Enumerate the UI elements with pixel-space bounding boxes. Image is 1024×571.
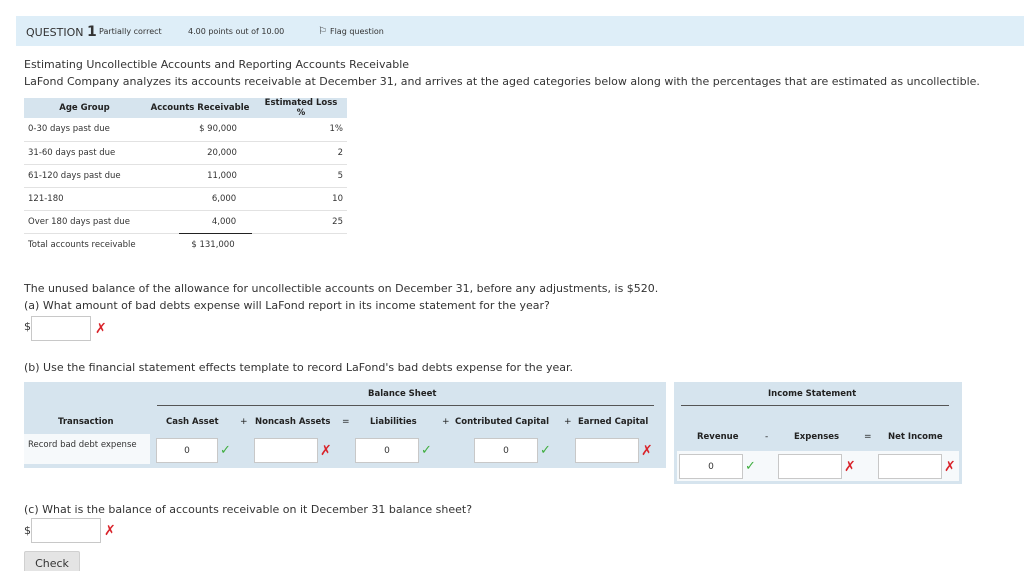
col-liabilities: Liabilities — [370, 417, 417, 427]
equals-operator: = — [864, 432, 872, 442]
table-row: 0-30 days past due $ 90,000 1% — [24, 118, 347, 142]
age-group-cell: 121-180 — [24, 187, 145, 211]
transaction-row-label: Record bad debt expense — [28, 440, 137, 450]
earned-capital-incorrect-icon: ✗ — [641, 443, 653, 459]
part-a-incorrect-icon: ✗ — [95, 321, 107, 337]
col-transaction: Transaction — [58, 417, 114, 427]
age-group-cell: 0-30 days past due — [24, 118, 145, 142]
revenue-input[interactable] — [679, 454, 743, 479]
col-contributed-capital: Contributed Capital — [455, 417, 549, 427]
check-button[interactable]: Check — [24, 551, 80, 571]
cash-asset-correct-icon: ✓ — [220, 443, 231, 458]
age-group-cell: 61-120 days past due — [24, 164, 145, 188]
part-c-incorrect-icon: ✗ — [104, 523, 116, 539]
plus-operator: + — [240, 417, 248, 427]
income-statement-title: Income Statement — [768, 389, 857, 399]
problem-title: Estimating Uncollectible Accounts and Re… — [24, 58, 410, 71]
question-grade: 4.00 points out of 10.00 — [188, 27, 285, 36]
receivable-cell: $ 90,000 — [145, 118, 255, 142]
liabilities-correct-icon: ✓ — [421, 443, 432, 458]
receivable-cell: 6,000 — [145, 187, 255, 211]
flag-label: Flag question — [329, 27, 384, 36]
receivable-cell: 4,000 — [145, 210, 255, 234]
question-number-value: 1 — [87, 24, 97, 40]
part-a-currency: $ — [24, 320, 31, 333]
part-c-currency: $ — [24, 524, 31, 537]
receivable-cell: 20,000 — [145, 141, 255, 165]
table-row: 31-60 days past due 20,000 2 — [24, 141, 347, 165]
unused-balance-text: The unused balance of the allowance for … — [24, 282, 659, 295]
part-c-question: (c) What is the balance of accounts rece… — [24, 503, 473, 516]
receivable-cell: 11,000 — [145, 164, 255, 188]
balance-sheet-rule — [157, 405, 654, 406]
part-a-input[interactable] — [31, 316, 91, 341]
problem-intro: LaFond Company analyzes its accounts rec… — [24, 75, 980, 88]
col-earned-capital: Earned Capital — [578, 417, 649, 427]
cash-asset-input[interactable] — [156, 438, 218, 463]
question-header: QUESTION 1 Partially correct 4.00 points… — [16, 16, 1024, 46]
contributed-capital-input[interactable] — [474, 438, 538, 463]
col-accounts-receivable: Accounts Receivable — [145, 98, 255, 118]
age-group-cell: 31-60 days past due — [24, 141, 145, 165]
col-cash-asset: Cash Asset — [166, 417, 219, 427]
age-group-cell: Over 180 days past due — [24, 210, 145, 234]
contributed-capital-correct-icon: ✓ — [540, 443, 551, 458]
col-noncash-assets: Noncash Assets — [255, 417, 331, 427]
expenses-input[interactable] — [778, 454, 842, 479]
col-estimated-loss: Estimated Loss % — [255, 98, 347, 118]
col-net-income: Net Income — [888, 432, 943, 442]
loss-cell: 10 — [255, 187, 347, 211]
question-number: QUESTION 1 — [26, 24, 97, 40]
plus-operator: + — [442, 417, 450, 427]
flag-icon: ⚐ — [318, 26, 327, 37]
receivable-total-cell: $ 131,000 — [191, 239, 235, 250]
noncash-assets-incorrect-icon: ✗ — [320, 443, 332, 459]
earned-capital-input[interactable] — [575, 438, 639, 463]
loss-cell — [255, 233, 347, 256]
question-label: QUESTION — [26, 26, 84, 39]
balance-sheet-title: Balance Sheet — [368, 389, 437, 399]
expenses-incorrect-icon: ✗ — [844, 459, 856, 475]
part-a-question: (a) What amount of bad debts expense wil… — [24, 299, 550, 312]
loss-cell: 5 — [255, 164, 347, 188]
plus-operator: + — [564, 417, 572, 427]
flag-question-link[interactable]: ⚐ Flag question — [318, 26, 384, 37]
table-row: 61-120 days past due 11,000 5 — [24, 164, 347, 188]
noncash-assets-input[interactable] — [254, 438, 318, 463]
net-income-incorrect-icon: ✗ — [944, 459, 956, 475]
minus-operator: - — [765, 432, 769, 442]
total-underline — [179, 233, 252, 234]
liabilities-input[interactable] — [355, 438, 419, 463]
col-age-group: Age Group — [24, 98, 145, 118]
age-group-cell: Total accounts receivable — [28, 239, 136, 250]
table-row: 121-180 6,000 10 — [24, 187, 347, 211]
income-statement-rule — [681, 405, 949, 406]
table-row-total: Total accounts receivable $ 131,000 — [24, 233, 347, 256]
table-row: Over 180 days past due 4,000 25 — [24, 210, 347, 234]
loss-cell: 2 — [255, 141, 347, 165]
net-income-input[interactable] — [878, 454, 942, 479]
part-b-question: (b) Use the financial statement effects … — [24, 361, 574, 374]
col-revenue: Revenue — [697, 432, 739, 442]
question-state: Partially correct — [99, 27, 162, 36]
part-c-input[interactable] — [31, 518, 101, 543]
col-expenses: Expenses — [794, 432, 840, 442]
revenue-correct-icon: ✓ — [745, 459, 756, 474]
equals-operator: = — [342, 417, 350, 427]
loss-cell: 25 — [255, 210, 347, 234]
loss-cell: 1% — [255, 118, 347, 142]
